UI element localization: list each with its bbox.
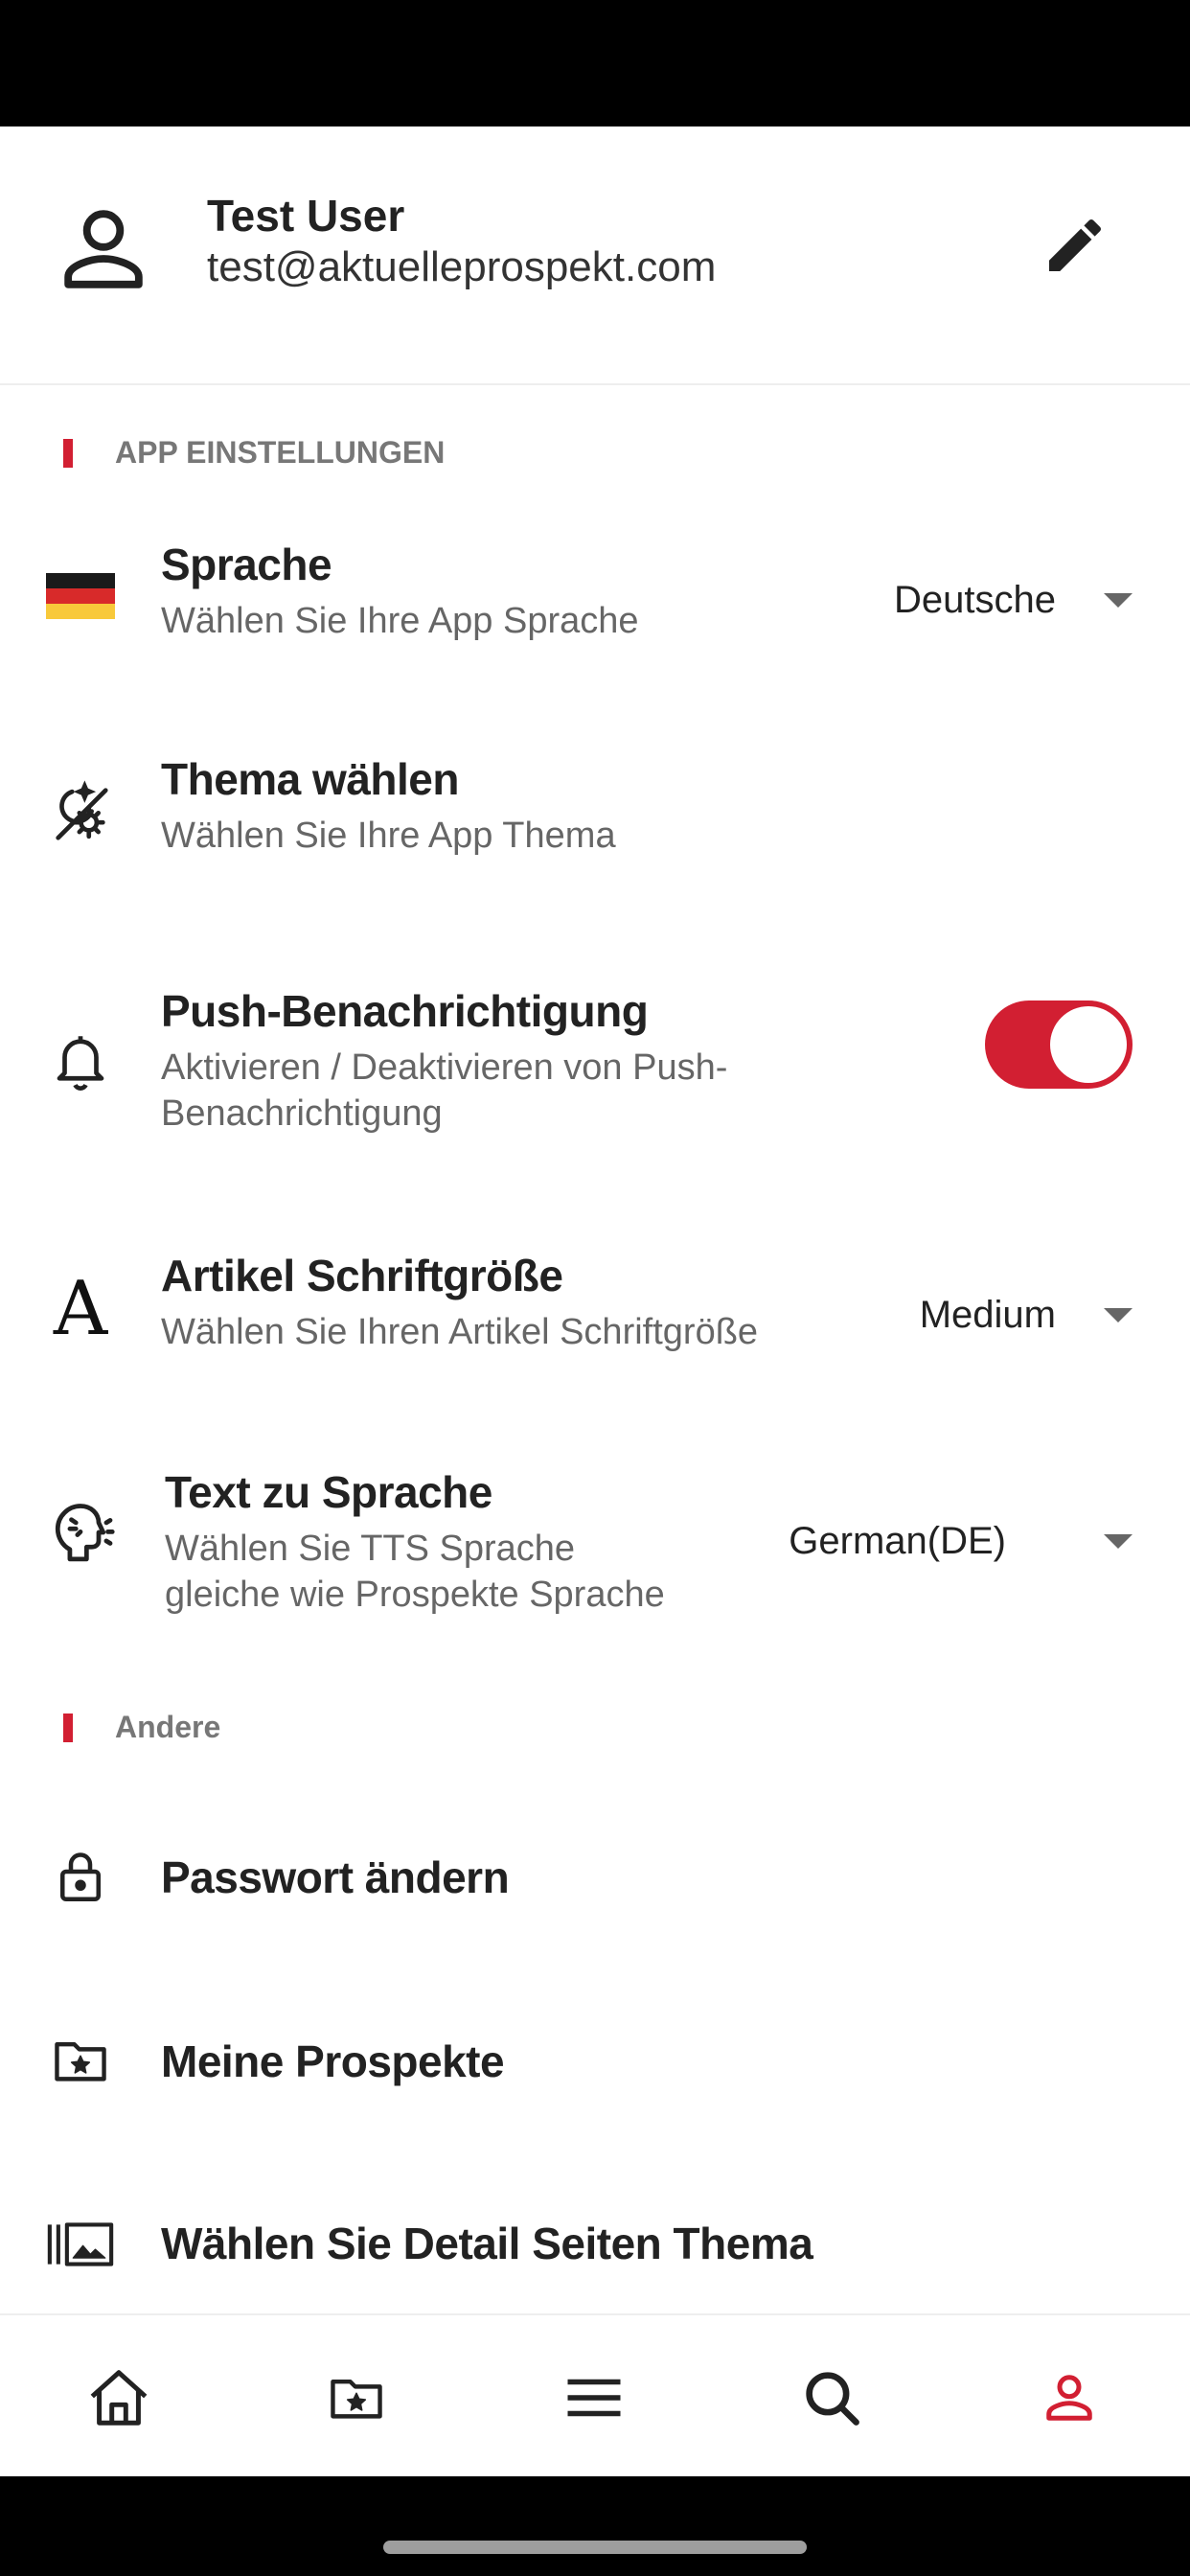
- setting-label: Push-Benachrichtigung: [161, 986, 649, 1036]
- nav-home-icon[interactable]: [71, 2350, 167, 2446]
- setting-subtitle-line1: Aktivieren / Deaktivieren von Push-: [161, 1047, 728, 1088]
- home-gesture-bar[interactable]: [383, 2541, 807, 2554]
- toggle-knob: [1050, 1006, 1127, 1083]
- profile-header: Test User test@aktuelleprospekt.com: [0, 126, 1190, 385]
- profile-email: test@aktuelleprospekt.com: [207, 243, 717, 290]
- status-bar: [0, 0, 1190, 126]
- setting-subtitle-line2: Benachrichtigung: [161, 1093, 443, 1134]
- tts-dropdown[interactable]: German(DE): [789, 1512, 1133, 1570]
- dropdown-caret-icon: [1104, 592, 1133, 608]
- setting-subtitle: Wählen Sie Ihre App Thema: [161, 816, 616, 856]
- voice-head-icon: [42, 1495, 119, 1572]
- edit-pencil-icon[interactable]: [1041, 211, 1110, 280]
- section-other: Andere: [0, 1700, 1190, 1758]
- profile-name: Test User: [207, 191, 405, 241]
- dropdown-value: German(DE): [789, 1519, 1006, 1562]
- setting-detail-page-theme[interactable]: Wählen Sie Detail Seiten Thema: [0, 2177, 1190, 2321]
- setting-subtitle-line2: gleiche wie Prospekte Sprache: [165, 1575, 665, 1615]
- lock-icon: [42, 1838, 119, 1915]
- nav-menu-icon[interactable]: [546, 2350, 642, 2446]
- setting-label: Sprache: [161, 540, 332, 589]
- profile-settings-screen: Test User test@aktuelleprospekt.com APP …: [0, 126, 1190, 2476]
- person-icon: [64, 210, 143, 288]
- font-size-icon: A: [53, 1266, 108, 1352]
- nav-profile-icon[interactable]: [1021, 2350, 1117, 2446]
- folder-star-icon: [42, 2022, 119, 2099]
- setting-language[interactable]: Sprache Wählen Sie Ihre App Sprache Deut…: [0, 529, 1190, 702]
- setting-text-to-speech[interactable]: Text zu Sprache Wählen Sie TTS Sprache g…: [0, 1457, 1190, 1648]
- setting-change-password[interactable]: Passwort ändern: [0, 1813, 1190, 1957]
- language-dropdown[interactable]: Deutsche: [894, 571, 1133, 629]
- section-accent-bar: [63, 1714, 73, 1742]
- setting-font-size[interactable]: A Artikel Schriftgröße Wählen Sie Ihren …: [0, 1240, 1190, 1403]
- setting-theme[interactable]: Thema wählen Wählen Sie Ihre App Thema: [0, 746, 1190, 899]
- push-toggle[interactable]: [985, 1000, 1133, 1089]
- setting-label: Wählen Sie Detail Seiten Thema: [161, 2219, 813, 2268]
- dropdown-value: Medium: [919, 1293, 1056, 1336]
- section-app-settings: APP EINSTELLUNGEN: [0, 426, 1190, 483]
- setting-my-flyers[interactable]: Meine Prospekte: [0, 1995, 1190, 2139]
- dropdown-caret-icon: [1104, 1307, 1133, 1322]
- setting-subtitle: Wählen Sie Ihren Artikel Schriftgröße: [161, 1312, 759, 1352]
- theme-night-day-icon: [42, 774, 119, 851]
- nav-folder-star-icon[interactable]: [309, 2350, 404, 2446]
- german-flag-icon: [42, 558, 119, 634]
- dropdown-value: Deutsche: [894, 578, 1056, 621]
- setting-label: Meine Prospekte: [161, 2036, 505, 2086]
- image-gallery-icon: [42, 2206, 119, 2283]
- setting-label: Passwort ändern: [161, 1852, 510, 1902]
- section-title: Andere: [115, 1710, 221, 1744]
- section-accent-bar: [63, 439, 73, 468]
- bottom-navigation: [0, 2313, 1190, 2476]
- setting-label: Thema wählen: [161, 754, 459, 804]
- setting-label: Artikel Schriftgröße: [161, 1251, 563, 1300]
- section-title: APP EINSTELLUNGEN: [115, 435, 446, 470]
- dropdown-caret-icon: [1104, 1533, 1133, 1549]
- font-size-dropdown[interactable]: Medium: [920, 1286, 1133, 1344]
- setting-subtitle: Wählen Sie Ihre App Sprache: [161, 601, 639, 641]
- nav-search-icon[interactable]: [784, 2350, 880, 2446]
- setting-subtitle-line1: Wählen Sie TTS Sprache: [165, 1529, 576, 1569]
- bell-icon: [42, 1022, 119, 1098]
- setting-label: Text zu Sprache: [165, 1467, 492, 1517]
- gesture-area: [0, 2476, 1190, 2576]
- setting-push-notification[interactable]: Push-Benachrichtigung Aktivieren / Deakt…: [0, 976, 1190, 1167]
